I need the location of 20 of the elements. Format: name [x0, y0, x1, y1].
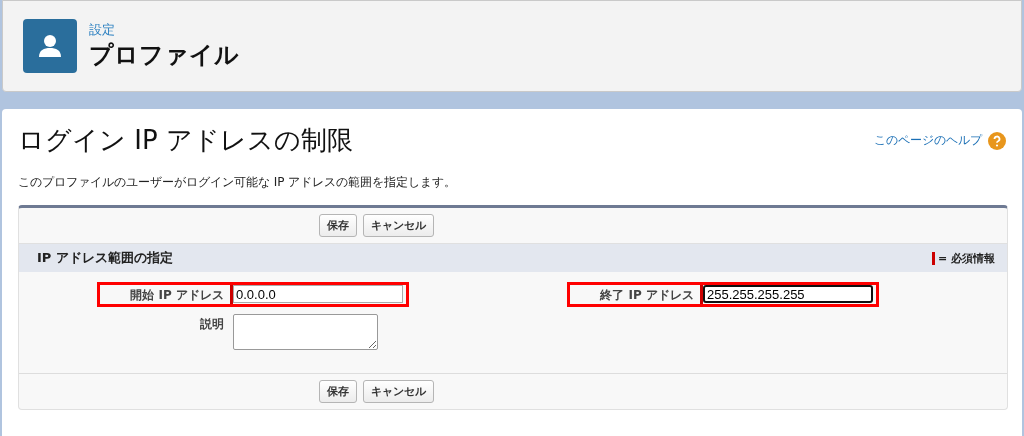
- description-field[interactable]: [233, 314, 378, 350]
- help-link[interactable]: このページのヘルプ: [874, 131, 1006, 150]
- page-description: このプロファイルのユーザーがログイン可能な IP アドレスの範囲を指定します。: [18, 174, 458, 191]
- header-title: プロファイル: [89, 40, 239, 71]
- save-button[interactable]: 保存: [319, 380, 357, 403]
- page-title: ログイン IP アドレスの制限: [18, 124, 353, 157]
- section-title: IP アドレス範囲の指定: [37, 249, 173, 267]
- field-label: 開始 IP アドレス: [129, 287, 225, 304]
- user-icon: [23, 19, 77, 73]
- ip-address-field[interactable]: 255.255.255.255: [703, 285, 873, 303]
- cancel-button[interactable]: キャンセル: [363, 214, 434, 237]
- ip-address-field[interactable]: 0.0.0.0: [233, 285, 403, 303]
- required-legend-text: = 必須情報: [937, 250, 995, 266]
- save-button[interactable]: 保存: [319, 214, 357, 237]
- required-marker: [931, 251, 935, 265]
- field-label: 終了 IP アドレス: [599, 287, 695, 304]
- cancel-button[interactable]: キャンセル: [363, 380, 434, 403]
- help-icon: [988, 131, 1006, 150]
- breadcrumb[interactable]: 設定: [89, 21, 239, 39]
- field-label: 説明: [199, 316, 225, 333]
